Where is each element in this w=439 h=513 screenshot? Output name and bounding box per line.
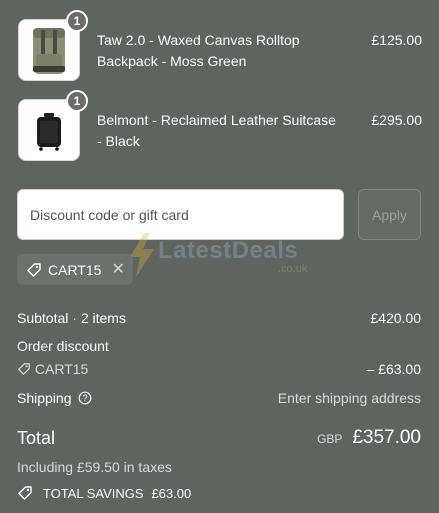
total-savings-row: TOTAL SAVINGS £63.00 bbox=[17, 485, 421, 501]
tag-icon bbox=[27, 262, 41, 277]
line-item-backpack: 1 Taw 2.0 - Waxed Canvas Rolltop Backpac… bbox=[18, 10, 422, 83]
tag-icon bbox=[18, 486, 32, 500]
subtotal-value: £420.00 bbox=[370, 310, 421, 326]
watermark-logo: LatestDeals .co.uk bbox=[128, 233, 318, 281]
total-label: Total bbox=[17, 428, 56, 448]
shipping-value: Enter shipping address bbox=[277, 390, 421, 406]
total-savings-value: £63.00 bbox=[151, 486, 192, 501]
product-name: Taw 2.0 - Waxed Canvas Rolltop Backpack … bbox=[97, 32, 300, 69]
product-price: £125.00 bbox=[371, 32, 422, 48]
order-discount-value: – £63.00 bbox=[366, 361, 422, 377]
order-discount-code-row: CART15 – £63.00 bbox=[17, 361, 421, 377]
subtotal-label: Subtotal · 2 items bbox=[17, 310, 126, 326]
quantity-badge: 1 bbox=[66, 10, 88, 32]
applied-code-label: CART15 bbox=[48, 261, 102, 278]
order-discount-label: Order discount bbox=[17, 338, 109, 354]
subtotal-row: Subtotal · 2 items £420.00 bbox=[17, 310, 421, 326]
help-icon[interactable]: ? bbox=[78, 391, 92, 405]
order-discount-row: Order discount bbox=[17, 338, 421, 354]
taxes-note: Including £59.50 in taxes bbox=[17, 459, 172, 475]
total-row: Total GBP £357.00 bbox=[17, 427, 421, 449]
total-value: £357.00 bbox=[352, 427, 421, 448]
order-discount-code: CART15 bbox=[34, 361, 89, 377]
line-item-suitcase: 1 Belmont - Reclaimed Leather Suitcase -… bbox=[18, 90, 422, 163]
shipping-label: Shipping bbox=[17, 390, 72, 406]
product-price: £295.00 bbox=[371, 112, 422, 128]
tag-icon bbox=[18, 363, 30, 375]
product-name: Belmont - Reclaimed Leather Suitcase - B… bbox=[97, 112, 336, 149]
applied-discount-chip: CART15 ✕ bbox=[17, 254, 133, 285]
quantity-badge: 1 bbox=[66, 90, 88, 112]
remove-discount-icon[interactable]: ✕ bbox=[111, 261, 124, 278]
discount-code-input[interactable] bbox=[17, 189, 344, 240]
svg-text:?: ? bbox=[83, 393, 88, 403]
shipping-row: Shipping ? Enter shipping address bbox=[17, 390, 421, 406]
apply-discount-button[interactable]: Apply bbox=[358, 189, 421, 240]
total-savings-label: TOTAL SAVINGS bbox=[42, 486, 144, 501]
total-currency: GBP bbox=[317, 432, 343, 446]
